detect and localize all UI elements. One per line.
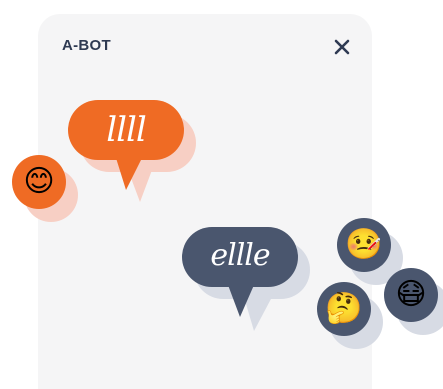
user-message-text: ellle	[210, 238, 270, 273]
bot-message-text: llll	[106, 110, 147, 150]
window-title: A-BOT	[62, 37, 111, 54]
smiling-emoji-avatar[interactable]: 😊	[12, 155, 78, 222]
sick-emoji-avatar[interactable]: 🤒	[337, 218, 403, 285]
mask-emoji-avatar[interactable]: 😷	[384, 268, 443, 335]
user-speech-bubble: ellle	[182, 227, 322, 337]
face-with-medical-mask-icon: 😷	[384, 268, 438, 322]
thinking-emoji-avatar[interactable]: 🤔	[317, 282, 383, 349]
face-with-thermometer-icon: 🤒	[337, 218, 391, 272]
bot-speech-bubble: llll	[68, 100, 208, 210]
close-icon[interactable]	[334, 39, 350, 55]
thinking-face-icon: 🤔	[317, 282, 371, 336]
smiling-face-icon: 😊	[12, 155, 66, 209]
